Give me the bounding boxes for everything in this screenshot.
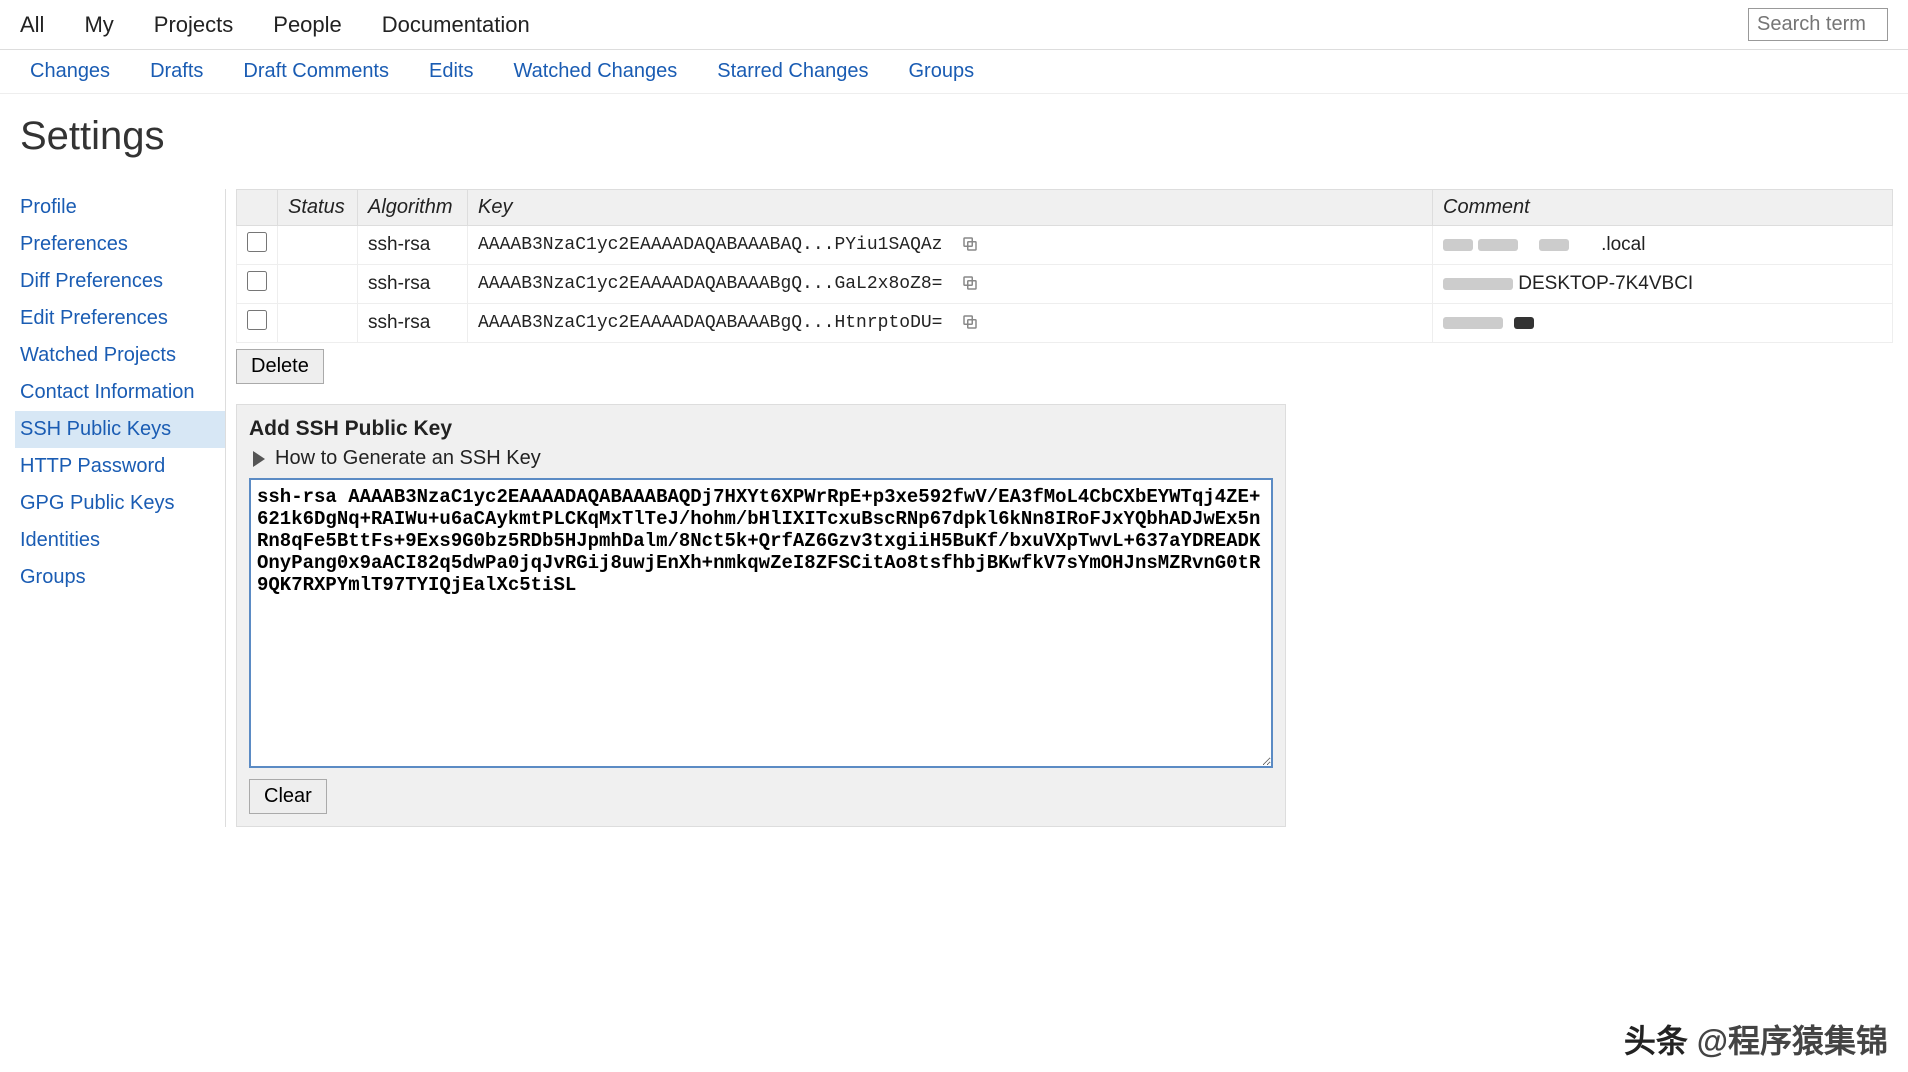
page-title: Settings: [0, 94, 1908, 189]
ssh-key-textarea[interactable]: [249, 478, 1273, 768]
sidebar-item-http-password[interactable]: HTTP Password: [15, 448, 225, 485]
settings-sidebar: Profile Preferences Diff Preferences Edi…: [15, 189, 225, 827]
cell-algorithm: ssh-rsa: [358, 226, 468, 265]
content: Profile Preferences Diff Preferences Edi…: [0, 189, 1908, 827]
sidebar-item-profile[interactable]: Profile: [15, 189, 225, 226]
topnav-all[interactable]: All: [20, 12, 44, 38]
topnav-projects[interactable]: Projects: [154, 12, 233, 38]
top-nav: All My Projects People Documentation: [0, 0, 1908, 50]
main-panel: Status Algorithm Key Comment ssh-rsa AAA…: [225, 189, 1893, 827]
topnav-my[interactable]: My: [84, 12, 113, 38]
search-box: [1748, 8, 1888, 41]
sidebar-item-edit-preferences[interactable]: Edit Preferences: [15, 300, 225, 337]
add-ssh-key-panel: Add SSH Public Key How to Generate an SS…: [236, 404, 1286, 827]
howto-label: How to Generate an SSH Key: [275, 447, 541, 470]
subnav-groups[interactable]: Groups: [908, 60, 974, 83]
cell-status: [278, 265, 358, 304]
table-row: ssh-rsa AAAAB3NzaC1yc2EAAAADAQABAAABgQ..…: [237, 265, 1893, 304]
col-algorithm: Algorithm: [358, 190, 468, 226]
table-row: ssh-rsa AAAAB3NzaC1yc2EAAAADAQABAAABAQ..…: [237, 226, 1893, 265]
sidebar-item-identities[interactable]: Identities: [15, 522, 225, 559]
subnav-draft-comments[interactable]: Draft Comments: [243, 60, 389, 83]
col-checkbox: [237, 190, 278, 226]
topnav-documentation[interactable]: Documentation: [382, 12, 530, 38]
subnav-watched-changes[interactable]: Watched Changes: [513, 60, 677, 83]
topnav-people[interactable]: People: [273, 12, 342, 38]
clear-button[interactable]: Clear: [249, 779, 327, 814]
cell-status: [278, 304, 358, 343]
copy-icon[interactable]: [961, 235, 979, 253]
cell-status: [278, 226, 358, 265]
copy-icon[interactable]: [961, 313, 979, 331]
search-input[interactable]: [1748, 8, 1888, 41]
row-checkbox[interactable]: [247, 232, 267, 252]
table-row: ssh-rsa AAAAB3NzaC1yc2EAAAADAQABAAABgQ..…: [237, 304, 1893, 343]
cell-comment: [1433, 304, 1893, 343]
sidebar-item-ssh-public-keys[interactable]: SSH Public Keys: [15, 411, 225, 448]
add-panel-title: Add SSH Public Key: [249, 417, 1273, 441]
cell-comment: .local: [1433, 226, 1893, 265]
sidebar-item-gpg-public-keys[interactable]: GPG Public Keys: [15, 485, 225, 522]
sidebar-item-preferences[interactable]: Preferences: [15, 226, 225, 263]
sidebar-item-groups[interactable]: Groups: [15, 559, 225, 596]
triangle-right-icon: [253, 451, 265, 467]
cell-key: AAAAB3NzaC1yc2EAAAADAQABAAABAQ...PYiu1SA…: [468, 226, 1433, 265]
cell-algorithm: ssh-rsa: [358, 265, 468, 304]
delete-button[interactable]: Delete: [236, 349, 324, 384]
howto-expand[interactable]: How to Generate an SSH Key: [249, 447, 1273, 470]
sub-nav: Changes Drafts Draft Comments Edits Watc…: [0, 50, 1908, 94]
copy-icon[interactable]: [961, 274, 979, 292]
cell-key: AAAAB3NzaC1yc2EAAAADAQABAAABgQ...GaL2x8o…: [468, 265, 1433, 304]
cell-comment: DESKTOP-7K4VBCI: [1433, 265, 1893, 304]
watermark: 头条 @程序猿集锦: [1624, 1016, 1888, 1062]
sidebar-item-diff-preferences[interactable]: Diff Preferences: [15, 263, 225, 300]
sidebar-item-contact-information[interactable]: Contact Information: [15, 374, 225, 411]
row-checkbox[interactable]: [247, 271, 267, 291]
sidebar-item-watched-projects[interactable]: Watched Projects: [15, 337, 225, 374]
cell-key: AAAAB3NzaC1yc2EAAAADAQABAAABgQ...Htnrpto…: [468, 304, 1433, 343]
subnav-edits[interactable]: Edits: [429, 60, 473, 83]
subnav-changes[interactable]: Changes: [30, 60, 110, 83]
col-key: Key: [468, 190, 1433, 226]
col-comment: Comment: [1433, 190, 1893, 226]
row-checkbox[interactable]: [247, 310, 267, 330]
col-status: Status: [278, 190, 358, 226]
subnav-starred-changes[interactable]: Starred Changes: [717, 60, 868, 83]
cell-algorithm: ssh-rsa: [358, 304, 468, 343]
ssh-keys-table: Status Algorithm Key Comment ssh-rsa AAA…: [236, 189, 1893, 343]
subnav-drafts[interactable]: Drafts: [150, 60, 203, 83]
